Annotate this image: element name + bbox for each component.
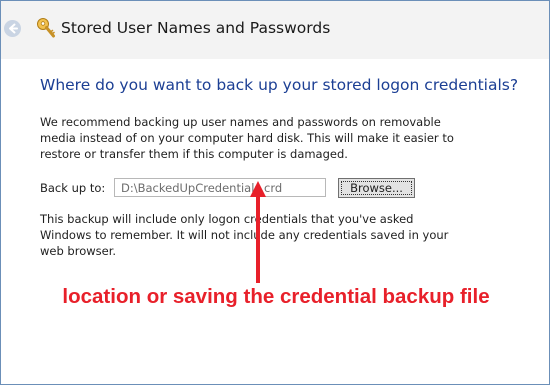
title-bar: Stored User Names and Passwords: [1, 1, 549, 59]
annotation-arrow-icon: [250, 181, 266, 283]
backup-path-field[interactable]: [114, 178, 326, 197]
annotation-text: location or saving the credential backup…: [62, 285, 490, 308]
browse-button-label: Browse...: [341, 181, 412, 195]
page-heading: Where do you want to back up your stored…: [40, 76, 519, 94]
window-title: Stored User Names and Passwords: [61, 19, 331, 37]
backup-label: Back up to:: [40, 181, 106, 195]
intro-text: We recommend backing up user names and p…: [40, 115, 454, 161]
browse-button[interactable]: Browse...: [338, 178, 415, 198]
back-button[interactable]: [4, 20, 21, 37]
back-arrow-icon: [9, 23, 18, 34]
key-icon: [37, 18, 55, 38]
dialog-window: Stored User Names and Passwords Where do…: [0, 0, 550, 385]
